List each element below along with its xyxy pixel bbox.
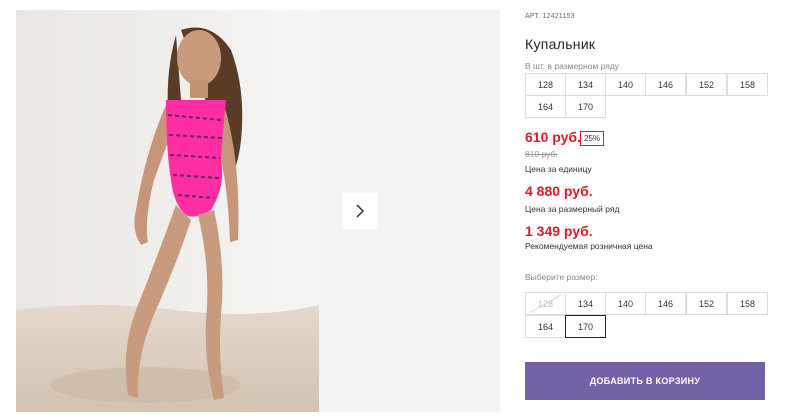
old-price: 810 руб. xyxy=(525,149,558,159)
size-row-cell: 146 xyxy=(645,73,686,96)
chevron-right-icon xyxy=(356,204,365,218)
choose-size-label: Выберите размер: xyxy=(525,272,598,282)
size-row-label: В шт. в размерном ряду xyxy=(525,61,620,71)
row-price: 4 880 руб. xyxy=(525,183,593,199)
size-option[interactable]: 152 xyxy=(686,292,727,315)
product-photo-illustration xyxy=(16,10,319,412)
unit-price-label: Цена за единицу xyxy=(525,164,592,174)
gallery-next-button[interactable] xyxy=(342,193,378,229)
size-row-cell: 158 xyxy=(727,73,768,96)
size-option[interactable]: 134 xyxy=(565,292,606,315)
size-row-cell: 140 xyxy=(605,73,646,96)
size-row-cell: 170 xyxy=(565,95,606,118)
discount-badge: 25% xyxy=(580,131,605,146)
size-option-selected[interactable]: 170 xyxy=(565,315,606,338)
size-option[interactable]: 146 xyxy=(645,292,686,315)
size-row-cell: 164 xyxy=(525,95,566,118)
size-option-disabled: 128 xyxy=(525,292,566,315)
size-row-cell: 128 xyxy=(525,73,566,96)
retail-price-label: Рекомендуемая розничная цена xyxy=(525,241,653,251)
row-price-label: Цена за размерный ряд xyxy=(525,204,620,214)
article-value: 12421153 xyxy=(542,13,575,20)
size-option[interactable]: 164 xyxy=(525,315,566,338)
size-option[interactable]: 158 xyxy=(727,292,768,315)
product-title: Купальник xyxy=(525,36,596,52)
retail-price: 1 349 руб. xyxy=(525,223,593,239)
article-number: АРТ. 12421153 xyxy=(525,13,575,20)
product-gallery xyxy=(16,10,500,412)
size-row-cell: 134 xyxy=(565,73,606,96)
size-row-cell: 152 xyxy=(686,73,727,96)
product-photo[interactable] xyxy=(16,10,319,412)
size-option[interactable]: 140 xyxy=(605,292,646,315)
unit-price: 610 руб. xyxy=(525,129,581,145)
article-label: АРТ. xyxy=(525,13,541,20)
add-to-cart-button[interactable]: ДОБАВИТЬ В КОРЗИНУ xyxy=(525,362,765,400)
